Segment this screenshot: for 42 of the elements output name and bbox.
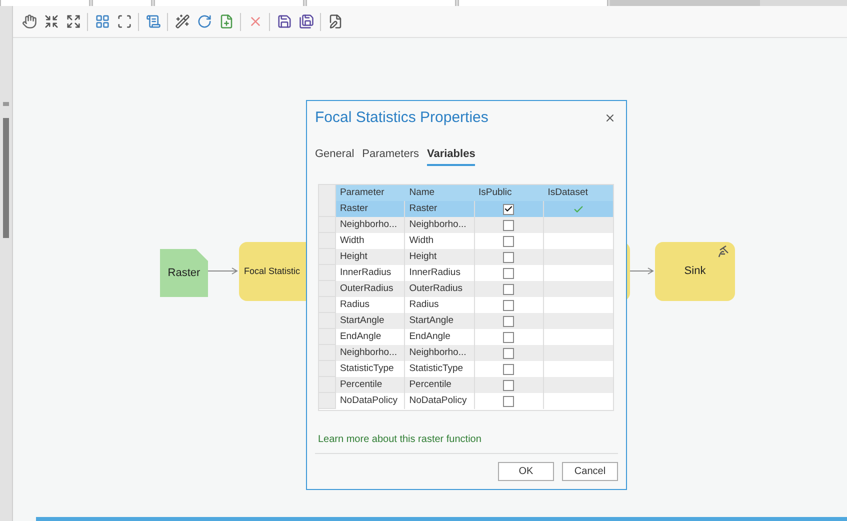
checkbox[interactable] — [503, 380, 514, 390]
dialog-tab[interactable]: Variables — [427, 146, 476, 166]
document-tab[interactable] — [0, 0, 90, 6]
column-header[interactable]: Name — [405, 185, 474, 201]
table-row[interactable]: Percentile Percentile — [319, 377, 613, 393]
data-node[interactable]: Raster — [160, 249, 208, 297]
checkbox[interactable] — [503, 252, 514, 262]
dialog-button[interactable]: OK — [498, 462, 554, 481]
column-header[interactable]: IsPublic — [474, 185, 544, 201]
checkbox[interactable] — [503, 332, 514, 342]
checkbox[interactable] — [503, 316, 514, 326]
checkbox[interactable] — [503, 220, 514, 230]
hammer-fx-icon — [717, 245, 731, 258]
connector-arrow — [208, 267, 239, 275]
table-row[interactable]: StartAngle StartAngle — [319, 313, 613, 329]
checkbox[interactable] — [503, 348, 514, 358]
checkbox[interactable] — [503, 284, 514, 294]
table-row[interactable]: Raster Raster — [319, 201, 613, 217]
connector-arrow — [630, 267, 655, 275]
close-icon — [604, 112, 616, 124]
table-row[interactable]: Neighborho... Neighborho... — [319, 217, 613, 233]
column-header[interactable]: IsDataset — [544, 185, 613, 201]
checkbox[interactable] — [503, 396, 514, 406]
column-header[interactable]: Parameter — [336, 185, 406, 201]
table-row[interactable]: OuterRadius OuterRadius — [319, 281, 613, 297]
function-node[interactable]: Focal Statistic — [239, 242, 306, 301]
help-link[interactable]: Learn more about this raster function — [318, 432, 618, 447]
table-row[interactable]: Neighborho... Neighborho... — [319, 345, 613, 361]
dialog-button[interactable]: Cancel — [562, 462, 618, 481]
checkbox[interactable] — [503, 364, 514, 374]
table-cell: NoDataPolicy — [405, 393, 474, 409]
function-node[interactable]: Sink — [655, 242, 735, 301]
dialog-tab[interactable]: General — [315, 146, 354, 166]
table-row[interactable]: Height Height — [319, 249, 613, 265]
dialog-title: Focal Statistics Properties — [315, 108, 488, 128]
document-tab[interactable] — [92, 0, 152, 6]
checkbox[interactable] — [503, 300, 514, 310]
table-cell: NoDataPolicy — [336, 393, 406, 409]
checkbox[interactable] — [503, 268, 514, 278]
checkbox[interactable] — [503, 204, 514, 214]
checkbox[interactable] — [503, 236, 514, 246]
dialog-tab[interactable]: Parameters — [362, 146, 419, 166]
